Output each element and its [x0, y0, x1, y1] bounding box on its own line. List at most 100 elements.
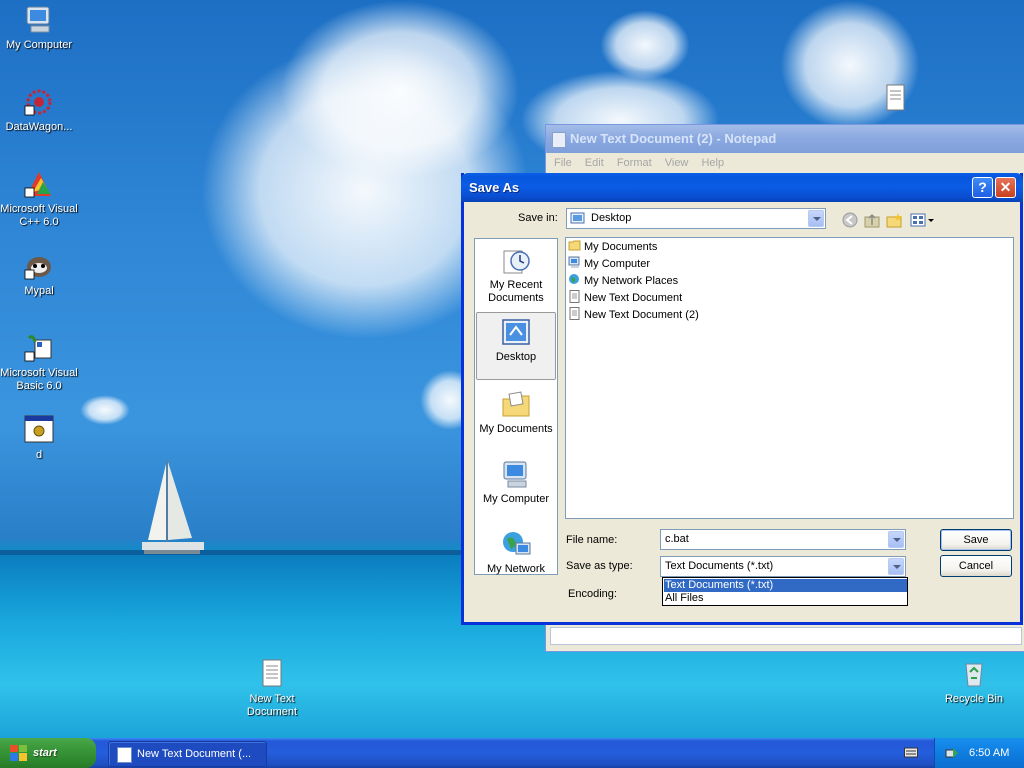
file-name: My Network Places: [584, 275, 679, 287]
chevron-down-icon[interactable]: [888, 558, 904, 575]
computer-icon: [26, 6, 50, 33]
save-in-combo[interactable]: Desktop: [566, 208, 826, 229]
file-list[interactable]: My Documents My Computer My Network Plac…: [565, 237, 1014, 519]
place-label: My Network: [486, 563, 546, 575]
recycle-bin-icon: [965, 663, 983, 687]
dialog-title-bar[interactable]: Save As ? ✕: [461, 173, 1023, 202]
desktop-icon-d[interactable]: d: [0, 414, 79, 462]
place-label: My Computer: [482, 493, 550, 505]
place-my-recent-documents[interactable]: My Recent Documents: [476, 245, 556, 305]
file-name: My Computer: [584, 258, 651, 270]
desktop-icon-mypal[interactable]: Mypal: [0, 250, 79, 298]
desktop-icon-label: Mypal: [24, 285, 54, 297]
dialog-title: Save As: [469, 180, 520, 195]
file-name: My Documents: [584, 241, 658, 253]
option-text-documents[interactable]: Text Documents (*.txt): [664, 579, 907, 592]
desktop-icon-datawagon[interactable]: DataWagon...: [0, 86, 79, 134]
place-my-network[interactable]: My Network: [476, 529, 556, 576]
desktop-icon-label: Microsoft Visual C++ 6.0: [0, 203, 78, 228]
save-type-value: Text Documents (*.txt): [665, 560, 774, 572]
windows-logo-icon: [10, 745, 27, 761]
notepad-title: New Text Document (2) - Notepad: [570, 131, 777, 146]
folder-icon: [568, 240, 581, 251]
notepad-title-bar[interactable]: New Text Document (2) - Notepad: [546, 125, 1024, 153]
keyboard-icon[interactable]: [904, 746, 918, 758]
option-all-files[interactable]: All Files: [664, 592, 907, 605]
desktop-icon-new-text-document[interactable]: New Text Document: [232, 658, 312, 719]
taskbar-item-label: New Text Document (...: [137, 748, 252, 760]
save-type-select[interactable]: Text Documents (*.txt): [660, 556, 906, 577]
my-documents-icon: [502, 391, 530, 417]
text-document-icon: [262, 659, 282, 687]
recent-documents-icon: [503, 250, 530, 274]
system-tray: 6:50 AM: [934, 738, 1024, 768]
save-in-label: Save in:: [518, 212, 558, 224]
horizontal-scrollbar[interactable]: [550, 627, 1022, 645]
menu-edit[interactable]: Edit: [585, 157, 604, 169]
encoding-label: Encoding:: [568, 588, 617, 600]
cancel-button[interactable]: Cancel: [940, 555, 1012, 577]
view-menu-icon[interactable]: [909, 212, 935, 228]
file-item-my-documents[interactable]: My Documents: [568, 239, 657, 255]
desktop-icon-recycle-bin[interactable]: Recycle Bin: [934, 658, 1014, 706]
chevron-down-icon[interactable]: [808, 210, 824, 227]
desktop-icon: [502, 319, 530, 345]
sailboat-image: [142, 460, 204, 554]
desktop-icon-visual-basic[interactable]: Microsoft Visual Basic 6.0: [0, 332, 79, 393]
cloud: [80, 395, 130, 425]
save-type-dropdown-list[interactable]: Text Documents (*.txt) All Files: [662, 577, 908, 606]
save-button[interactable]: Save: [940, 529, 1012, 551]
save-type-label: Save as type:: [566, 560, 633, 572]
place-label: My Recent Documents: [488, 279, 544, 304]
start-label: start: [33, 747, 57, 759]
desktop-icon-my-computer[interactable]: My Computer: [0, 4, 79, 52]
file-item-my-computer[interactable]: My Computer: [568, 256, 650, 272]
file-name-input[interactable]: c.bat: [660, 529, 906, 550]
notepad-icon: [117, 747, 132, 763]
visual-cpp-icon: [24, 172, 51, 198]
network-status-icon[interactable]: [945, 746, 959, 760]
menu-help[interactable]: Help: [701, 157, 724, 169]
file-item-my-network-places[interactable]: My Network Places: [568, 273, 678, 289]
place-my-documents[interactable]: My Documents: [476, 389, 556, 436]
network-globe-icon: [503, 532, 531, 555]
desktop-icon-label: d: [35, 449, 43, 461]
clock[interactable]: 6:50 AM: [969, 738, 1009, 768]
save-in-value: Desktop: [591, 212, 632, 224]
cloud: [600, 10, 690, 80]
start-button[interactable]: start: [0, 738, 96, 768]
help-button[interactable]: ?: [972, 177, 993, 198]
file-name: New Text Document (2): [584, 309, 699, 321]
notepad-icon: [552, 132, 566, 148]
desktop-icon-label: DataWagon...: [5, 121, 73, 133]
desktop-icon-label: Recycle Bin: [944, 693, 1004, 705]
menu-format[interactable]: Format: [617, 157, 652, 169]
place-label: My Documents: [479, 423, 553, 435]
file-item-new-text-document[interactable]: New Text Document: [568, 290, 682, 306]
visual-basic-icon: [24, 335, 52, 362]
save-as-dialog[interactable]: Save As ? ✕ Save in: Desktop My Recent D…: [461, 173, 1023, 625]
file-name-value: c.bat: [665, 533, 689, 545]
file-item-new-text-document-2[interactable]: New Text Document (2): [568, 307, 699, 323]
taskbar-item-notepad[interactable]: New Text Document (...: [108, 741, 267, 767]
place-my-computer[interactable]: My Computer: [476, 459, 556, 506]
desktop-icon-label: New Text Document: [246, 693, 298, 718]
desktop-icon-visual-cpp[interactable]: Microsoft Visual C++ 6.0: [0, 168, 79, 229]
close-button[interactable]: ✕: [995, 177, 1016, 198]
text-document-icon: [569, 307, 580, 320]
chevron-down-icon[interactable]: [888, 531, 904, 548]
place-desktop[interactable]: Desktop: [476, 312, 556, 380]
up-folder-icon[interactable]: [863, 212, 881, 228]
cloud: [280, 0, 520, 180]
file-name-label: File name:: [566, 534, 618, 546]
back-arrow-icon[interactable]: [841, 212, 859, 228]
desktop-folder-icon: [570, 212, 585, 224]
text-document-icon[interactable]: [884, 84, 908, 112]
batch-file-icon: [24, 415, 54, 443]
menu-view[interactable]: View: [665, 157, 689, 169]
file-name: New Text Document: [584, 292, 683, 304]
datawagon-icon: [24, 89, 52, 116]
menu-file[interactable]: File: [554, 157, 572, 169]
computer-icon: [568, 256, 580, 268]
new-folder-icon[interactable]: [885, 212, 903, 228]
